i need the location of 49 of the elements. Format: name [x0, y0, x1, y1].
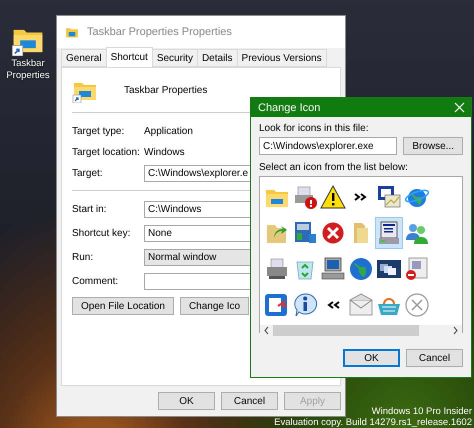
file-path-field[interactable]: C:\Windows\explorer.exe [259, 137, 398, 155]
tab[interactable]: General [61, 49, 107, 67]
globe-icon [348, 256, 374, 282]
action-button[interactable]: Open File Location [72, 297, 174, 315]
info-icon [292, 292, 318, 318]
blocked-document-icon [404, 256, 430, 282]
tab[interactable]: Shortcut [106, 47, 153, 67]
scroll-left-icon[interactable] [263, 326, 270, 335]
printer-icon [264, 256, 290, 282]
dialog-button[interactable]: Cancel [221, 392, 278, 410]
field-label: Start in: [72, 204, 108, 214]
dialog-button[interactable]: OK [343, 349, 400, 367]
document-window-icon [376, 184, 402, 210]
dialog-title: Change Icon [258, 102, 320, 114]
dialog-button[interactable]: OK [158, 392, 215, 410]
printer-help-icon [292, 184, 318, 210]
error-icon [320, 220, 346, 246]
action-button[interactable]: Change Ico [180, 297, 250, 315]
field-label: Comment: [72, 276, 120, 286]
field-value: Application [144, 126, 193, 137]
shortcut-icon [65, 25, 79, 39]
tab[interactable]: Details [196, 49, 238, 67]
field-value: Windows [144, 147, 185, 158]
close-circle-icon [404, 292, 430, 318]
field-label: Target location: [72, 147, 141, 158]
file-label: Look for icons in this file: [259, 123, 370, 134]
close-icon[interactable] [454, 102, 465, 113]
dialog-button[interactable]: Cancel [406, 349, 463, 367]
field-label: Target type: [72, 126, 126, 137]
control-panel-icon [292, 220, 318, 246]
window-title: Taskbar Properties Properties [87, 26, 232, 38]
warning-icon [320, 184, 346, 210]
icon-option[interactable] [375, 217, 403, 249]
scroll-right-icon[interactable] [452, 326, 459, 335]
tab[interactable]: Previous Versions [236, 49, 327, 67]
system-info-text: Evaluation copy. Build 14279.rs1_release.1602 [274, 417, 472, 428]
browse-button[interactable]: Browse... [403, 137, 463, 155]
scrollbar[interactable] [260, 325, 462, 336]
system-info-text: Windows 10 Pro Insider [372, 406, 472, 417]
computer-tower-icon [376, 220, 402, 246]
computer-icon [320, 256, 346, 282]
field-label: Shortcut key: [72, 228, 132, 238]
field-label: Target: [72, 168, 104, 179]
scrollbar-thumb[interactable] [273, 325, 419, 336]
envelope-icon [348, 292, 374, 318]
tab[interactable]: Security [152, 49, 198, 67]
field-label: Run: [72, 252, 94, 262]
shortcut-name: Taskbar Properties [124, 84, 208, 96]
desktop-shortcut-label[interactable]: Taskbar Properties [2, 58, 54, 82]
